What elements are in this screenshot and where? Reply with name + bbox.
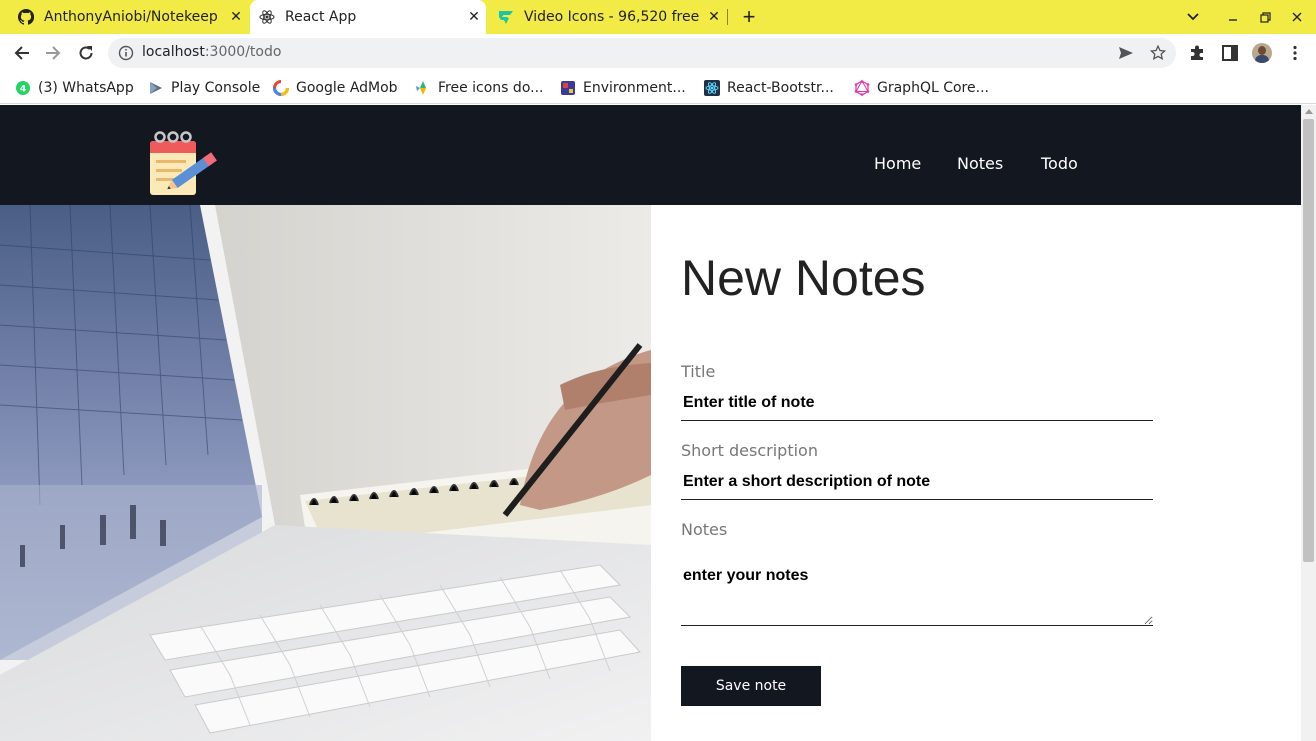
app-navbar: Home Notes Todo	[0, 105, 1301, 205]
bookmark-label: Google AdMob	[296, 80, 398, 96]
tab-title: React App	[285, 9, 357, 25]
notepad-pencil-icon[interactable]	[148, 129, 222, 197]
nav-todo-link[interactable]: Todo	[1041, 154, 1078, 173]
title-label: Title	[681, 362, 716, 381]
hero-image: MacBook	[0, 205, 651, 741]
admob-icon	[273, 80, 289, 96]
bookmark-star-icon[interactable]	[1150, 45, 1166, 61]
close-window-icon[interactable]	[1280, 0, 1314, 34]
svg-text:4: 4	[20, 85, 26, 95]
bookmark-environment[interactable]: Environment...	[560, 78, 686, 98]
description-label: Short description	[681, 441, 818, 460]
reload-button[interactable]	[71, 38, 101, 68]
flaticon-icon	[416, 81, 426, 95]
scroll-thumb[interactable]	[1303, 119, 1314, 562]
profile-avatar[interactable]	[1252, 43, 1272, 63]
page-title: New Notes	[681, 250, 926, 306]
back-button[interactable]	[7, 38, 37, 68]
bookmark-react-bootstrap[interactable]: React-Bootstr...	[704, 78, 834, 98]
forward-button[interactable]	[38, 38, 68, 68]
tab-separator	[727, 9, 728, 25]
tab-title: AnthonyAniobi/Notekeep	[44, 9, 218, 25]
environment-icon	[561, 81, 575, 95]
bookmark-graphql[interactable]: GraphQL Core...	[854, 78, 989, 98]
bookmark-label: Environment...	[583, 80, 686, 96]
react-icon	[259, 9, 275, 25]
bookmark-label: Free icons do...	[438, 80, 544, 96]
bookmark-play-console[interactable]: Play Console	[148, 78, 260, 98]
tab-title: Video Icons - 96,520 free ic	[524, 9, 702, 25]
reload-icon	[79, 46, 93, 60]
notes-label: Notes	[681, 520, 728, 539]
whatsapp-icon: 4	[16, 81, 30, 95]
save-note-button[interactable]: Save note	[681, 666, 821, 706]
bookmark-label: GraphQL Core...	[877, 80, 989, 96]
nav-home-link[interactable]: Home	[874, 154, 921, 173]
close-icon[interactable]: ✕	[702, 9, 726, 25]
tab-react-app[interactable]: React App ✕	[250, 0, 486, 34]
minimize-icon[interactable]	[1216, 0, 1250, 34]
more-menu-icon[interactable]	[1286, 44, 1304, 62]
site-info-icon[interactable]	[118, 45, 134, 61]
url-path: :3000/todo	[204, 44, 282, 60]
flaticon-icon	[498, 9, 514, 25]
nav-notes-link[interactable]: Notes	[957, 154, 1003, 173]
bookmark-free-icons[interactable]: Free icons do...	[415, 78, 544, 98]
url-host: localhost	[142, 44, 205, 60]
url-text[interactable]: localhost:3000/todo	[142, 44, 281, 60]
tab-video-icons[interactable]: Video Icons - 96,520 free ic ✕	[488, 0, 726, 34]
side-panel-icon[interactable]	[1221, 44, 1239, 62]
bookmark-admob[interactable]: Google AdMob	[273, 78, 398, 98]
new-note-form: New Notes Title Short description Notes …	[651, 205, 1301, 741]
back-arrow-icon	[14, 46, 29, 60]
forward-arrow-icon	[46, 46, 61, 60]
tab-search-chevron-icon[interactable]	[1176, 0, 1210, 34]
close-icon[interactable]: ✕	[462, 9, 486, 25]
restore-icon[interactable]	[1248, 0, 1282, 34]
bookmark-label: (3) WhatsApp	[38, 80, 134, 96]
bookmark-label: React-Bootstr...	[727, 80, 834, 96]
react-bootstrap-icon	[704, 80, 720, 96]
address-bar[interactable]: localhost:3000/todo	[108, 38, 1176, 68]
send-tab-icon[interactable]	[1118, 45, 1134, 61]
page-scrollbar[interactable]	[1301, 105, 1316, 741]
bookmark-whatsapp[interactable]: 4 (3) WhatsApp	[15, 78, 134, 98]
scroll-up-arrow-icon[interactable]	[1305, 109, 1313, 114]
extensions-puzzle-icon[interactable]	[1188, 44, 1206, 62]
tab-github[interactable]: AnthonyAniobi/Notekeep ✕	[0, 0, 248, 34]
description-input[interactable]	[681, 464, 1153, 500]
title-input[interactable]	[681, 385, 1153, 421]
page-viewport: Home Notes Todo New Notes Title Enter ti…	[0, 105, 1301, 741]
bookmarks-bar: 4 (3) WhatsApp Play Console Google AdMob…	[0, 72, 1316, 104]
graphql-icon	[854, 80, 870, 96]
bookmark-label: Play Console	[171, 80, 261, 96]
browser-toolbar: localhost:3000/todo	[0, 34, 1316, 72]
play-console-icon	[150, 82, 162, 94]
notes-textarea[interactable]	[681, 551, 1153, 626]
new-tab-button[interactable]: +	[736, 4, 762, 30]
browser-tab-strip: AnthonyAniobi/Notekeep ✕ React App ✕ Vid…	[0, 0, 1316, 34]
close-icon[interactable]: ✕	[224, 9, 248, 25]
github-icon	[18, 9, 34, 25]
